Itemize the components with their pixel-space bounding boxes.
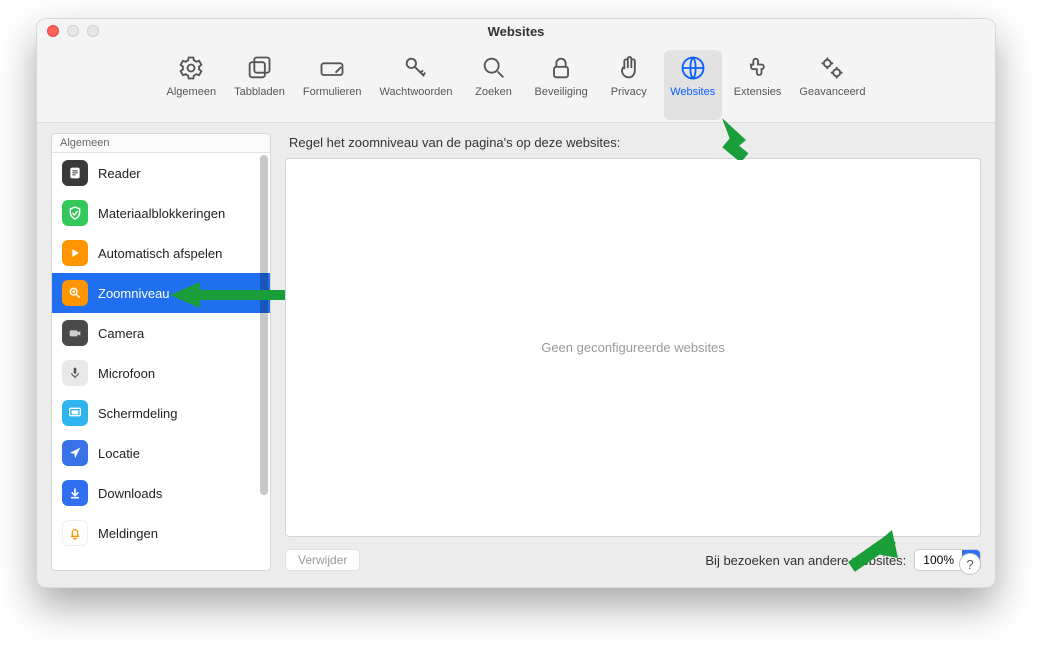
zoom-icon xyxy=(62,280,88,306)
main-panel-title: Regel het zoomniveau van de pagina's op … xyxy=(285,133,981,158)
preferences-toolbar: Algemeen Tabbladen Formulieren Wachtwoor… xyxy=(37,43,995,123)
sidebar-scrollbar[interactable] xyxy=(259,155,269,515)
camera-icon xyxy=(62,320,88,346)
tab-search-label: Zoeken xyxy=(475,86,512,98)
default-setting-group: Bij bezoeken van andere websites: 100% xyxy=(705,549,981,571)
bell-icon xyxy=(62,520,88,546)
sidebar-item-zoom[interactable]: Zoomniveau xyxy=(52,273,270,313)
screen-share-icon xyxy=(62,400,88,426)
autofill-icon xyxy=(318,54,346,82)
sidebar-item-label: Materiaalblokkeringen xyxy=(98,206,225,221)
sidebar-item-microphone[interactable]: Microfoon xyxy=(52,353,270,393)
tab-security[interactable]: Beveiliging xyxy=(529,50,594,120)
help-button[interactable]: ? xyxy=(959,553,981,575)
window-title: Websites xyxy=(37,24,995,39)
hand-icon xyxy=(615,54,643,82)
tab-security-label: Beveiliging xyxy=(535,86,588,98)
bottom-row: Verwijder Bij bezoeken van andere websit… xyxy=(285,537,981,571)
globe-icon xyxy=(679,54,707,82)
tab-passwords[interactable]: Wachtwoorden xyxy=(374,50,459,120)
sidebar-header: Algemeen xyxy=(52,134,270,153)
tab-general-label: Algemeen xyxy=(167,86,217,98)
main-panel: Regel het zoomniveau van de pagina's op … xyxy=(285,133,981,571)
sidebar-item-location[interactable]: Locatie xyxy=(52,433,270,473)
location-icon xyxy=(62,440,88,466)
key-icon xyxy=(402,54,430,82)
search-icon xyxy=(480,54,508,82)
sidebar-item-label: Automatisch afspelen xyxy=(98,246,222,261)
tab-privacy-label: Privacy xyxy=(611,86,647,98)
lock-icon xyxy=(547,54,575,82)
titlebar: Websites xyxy=(37,19,995,43)
tab-websites[interactable]: Websites xyxy=(664,50,722,120)
sidebar-item-notifications[interactable]: Meldingen xyxy=(52,513,270,553)
sidebar-item-screen-sharing[interactable]: Schermdeling xyxy=(52,393,270,433)
preferences-body: Algemeen Reader Materiaalblokkeringen xyxy=(37,123,995,587)
sidebar-item-reader[interactable]: Reader xyxy=(52,153,270,193)
sidebar-item-downloads[interactable]: Downloads xyxy=(52,473,270,513)
tab-extensions[interactable]: Extensies xyxy=(728,50,788,120)
tab-extensions-label: Extensies xyxy=(734,86,782,98)
remove-button[interactable]: Verwijder xyxy=(285,549,360,571)
preferences-window: Websites Algemeen Tabbladen Formulieren … xyxy=(36,18,996,588)
tab-autofill-label: Formulieren xyxy=(303,86,362,98)
sidebar-item-label: Reader xyxy=(98,166,141,181)
tab-advanced[interactable]: Geavanceerd xyxy=(793,50,871,120)
sidebar-item-camera[interactable]: Camera xyxy=(52,313,270,353)
default-zoom-value: 100% xyxy=(915,553,962,567)
sidebar-item-label: Camera xyxy=(98,326,144,341)
tab-search[interactable]: Zoeken xyxy=(465,50,523,120)
download-icon xyxy=(62,480,88,506)
gear-icon xyxy=(177,54,205,82)
help-icon: ? xyxy=(966,557,973,572)
sidebar: Algemeen Reader Materiaalblokkeringen xyxy=(51,133,271,571)
tab-tabs[interactable]: Tabbladen xyxy=(228,50,291,120)
scrollbar-thumb[interactable] xyxy=(260,155,268,495)
tab-autofill[interactable]: Formulieren xyxy=(297,50,368,120)
sidebar-item-label: Schermdeling xyxy=(98,406,178,421)
tab-privacy[interactable]: Privacy xyxy=(600,50,658,120)
sidebar-item-label: Zoomniveau xyxy=(98,286,170,301)
sidebar-item-label: Locatie xyxy=(98,446,140,461)
tab-tabs-label: Tabbladen xyxy=(234,86,285,98)
sidebar-item-label: Meldingen xyxy=(98,526,158,541)
play-icon xyxy=(62,240,88,266)
sidebar-item-label: Downloads xyxy=(98,486,162,501)
reader-icon xyxy=(62,160,88,186)
empty-placeholder: Geen geconfigureerde websites xyxy=(541,340,725,355)
tabs-icon xyxy=(245,54,273,82)
gears-icon xyxy=(818,54,846,82)
sidebar-item-label: Microfoon xyxy=(98,366,155,381)
default-setting-label: Bij bezoeken van andere websites: xyxy=(705,553,906,568)
sidebar-item-content-blockers[interactable]: Materiaalblokkeringen xyxy=(52,193,270,233)
websites-list[interactable]: Geen geconfigureerde websites xyxy=(285,158,981,537)
tab-advanced-label: Geavanceerd xyxy=(799,86,865,98)
sidebar-item-autoplay[interactable]: Automatisch afspelen xyxy=(52,233,270,273)
tab-websites-label: Websites xyxy=(670,86,715,98)
sidebar-scroll[interactable]: Reader Materiaalblokkeringen Automatisch… xyxy=(52,153,270,570)
tab-general[interactable]: Algemeen xyxy=(161,50,223,120)
shield-check-icon xyxy=(62,200,88,226)
puzzle-icon xyxy=(744,54,772,82)
microphone-icon xyxy=(62,360,88,386)
tab-passwords-label: Wachtwoorden xyxy=(380,86,453,98)
